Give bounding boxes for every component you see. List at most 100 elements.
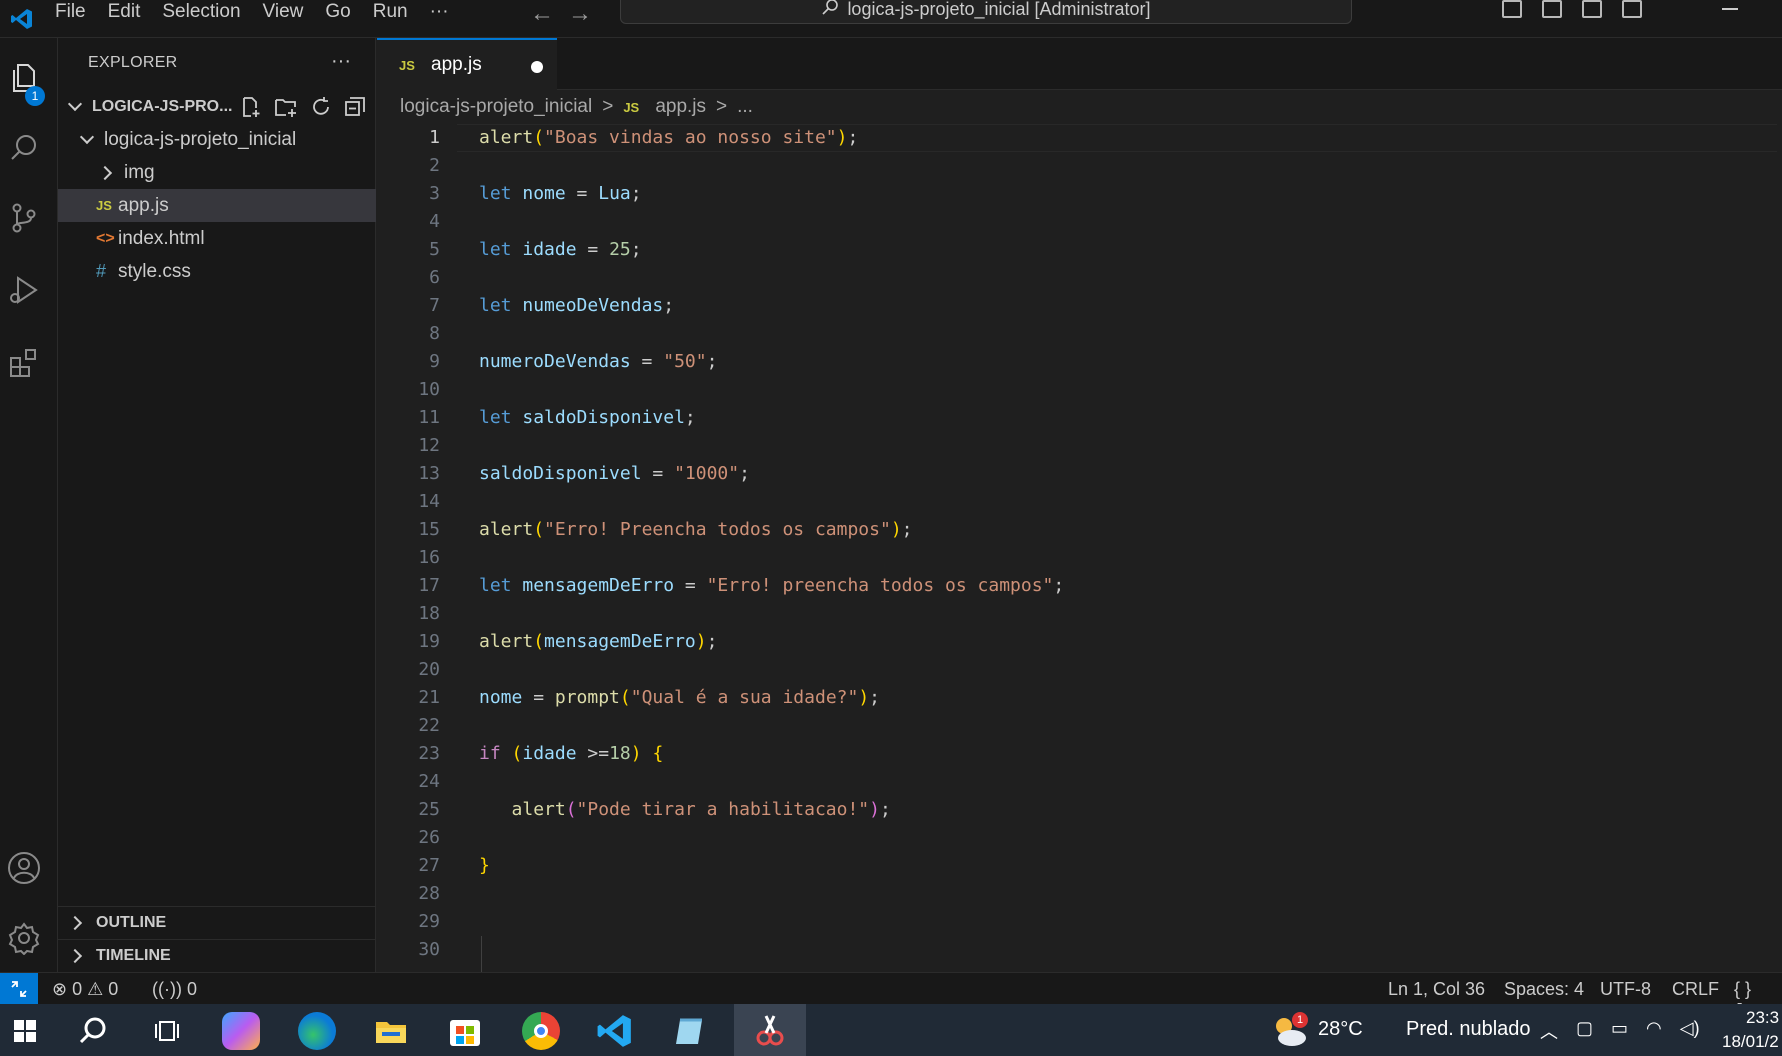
line-number: 16	[418, 547, 440, 568]
back-arrow-icon[interactable]: ←	[530, 0, 554, 27]
code-line: 24	[377, 768, 1777, 796]
minimize-window-icon[interactable]	[1722, 8, 1738, 10]
unsaved-dot-icon[interactable]	[531, 61, 543, 73]
project-root-row[interactable]: LOGICA-JS-PRO...	[58, 90, 376, 123]
indentation[interactable]: Spaces: 4	[1504, 979, 1584, 1000]
code-line: 21 nome = prompt("Qual é a sua idade?");	[377, 684, 1777, 712]
tree-item-img[interactable]: img	[58, 156, 376, 189]
line-number: 24	[418, 771, 440, 792]
microsoft-store-icon[interactable]	[446, 1012, 484, 1050]
copilot-icon[interactable]	[222, 1012, 260, 1050]
explorer-more-actions[interactable]: ···	[331, 50, 351, 73]
taskbar-search-icon[interactable]	[74, 1012, 112, 1050]
ports-indicator[interactable]: ((·)) 0	[152, 979, 197, 1000]
code-line: 9 numeroDeVendas = "50";	[377, 348, 1777, 376]
line-text: alert(mensagemDeErro);	[479, 631, 718, 652]
code-line: 23 if (idade >=18) {	[377, 740, 1777, 768]
code-editor[interactable]: 1 alert("Boas vindas ao nosso site"); 2 3…	[377, 124, 1782, 992]
cursor-position[interactable]: Ln 1, Col 36	[1388, 979, 1485, 1000]
command-center-search[interactable]: logica-js-projeto_inicial [Administrator…	[620, 0, 1352, 24]
meet-now-icon[interactable]: ▢	[1576, 1018, 1593, 1044]
volume-icon[interactable]: ◁)	[1680, 1018, 1700, 1044]
snipping-tool-icon[interactable]	[734, 1004, 806, 1056]
toggle-primary-sidebar-icon[interactable]	[1502, 0, 1522, 18]
code-line: 1 alert("Boas vindas ao nosso site");	[377, 124, 1777, 152]
tree-item-app-js[interactable]: JS app.js	[58, 189, 376, 222]
line-number: 10	[418, 379, 440, 400]
line-number: 22	[418, 715, 440, 736]
warning-count: 0	[108, 979, 119, 999]
vscode-taskbar-icon[interactable]	[596, 1012, 634, 1050]
encoding[interactable]: UTF-8	[1600, 979, 1651, 1000]
menu-file[interactable]: File	[44, 0, 97, 24]
chevron-down-icon	[67, 96, 83, 112]
notepad-icon[interactable]	[672, 1012, 710, 1050]
code-line: 10	[377, 376, 1777, 404]
menu-selection[interactable]: Selection	[151, 0, 251, 24]
project-root-label: LOGICA-JS-PRO...	[92, 97, 233, 115]
chrome-browser-icon[interactable]	[522, 1012, 560, 1050]
menu-go[interactable]: Go	[314, 0, 361, 24]
settings-gear-icon[interactable]	[0, 908, 48, 968]
run-debug-icon[interactable]	[0, 260, 48, 320]
line-number: 27	[418, 855, 440, 876]
clock-date[interactable]: 18/01/2	[1722, 1032, 1779, 1052]
editor-tabs: JS app.js	[377, 38, 1782, 90]
windows-start-icon[interactable]	[6, 1012, 44, 1050]
explorer-sidebar: EXPLORER ··· LOGICA-JS-PRO... logica-js-…	[58, 38, 376, 972]
menu-edit[interactable]: Edit	[97, 0, 152, 24]
new-folder-icon[interactable]	[274, 96, 298, 118]
line-number: 8	[429, 323, 440, 344]
line-ending[interactable]: CRLF	[1672, 979, 1719, 1000]
edge-browser-icon[interactable]	[298, 1012, 336, 1050]
clock-time[interactable]: 23:3	[1746, 1008, 1779, 1028]
search-icon	[821, 0, 839, 21]
customize-layout-icon[interactable]	[1622, 0, 1642, 18]
toggle-secondary-sidebar-icon[interactable]	[1582, 0, 1602, 18]
task-view-icon[interactable]	[148, 1012, 186, 1050]
code-line: 19 alert(mensagemDeErro);	[377, 628, 1777, 656]
show-hidden-icons-chevron-icon[interactable]: ︿	[1540, 1018, 1558, 1044]
line-number: 5	[429, 239, 440, 260]
weather-temp[interactable]: 28°C	[1318, 1018, 1363, 1041]
tab-app-js[interactable]: JS app.js	[377, 38, 557, 90]
chevron-right-icon	[97, 165, 113, 180]
chevron-right-icon	[67, 948, 83, 963]
refresh-icon[interactable]	[310, 96, 332, 118]
line-text: numeroDeVendas = "50";	[479, 351, 718, 372]
menu-more[interactable]: ···	[419, 0, 460, 24]
problems-indicator[interactable]: ⊗ 0 ⚠ 0	[52, 979, 118, 1000]
remote-indicator-icon[interactable]	[0, 973, 38, 1005]
forward-arrow-icon[interactable]: →	[568, 0, 592, 27]
file-explorer-icon[interactable]	[372, 1012, 410, 1050]
accounts-icon[interactable]	[0, 838, 48, 898]
weather-condition[interactable]: Pred. nublado	[1406, 1018, 1531, 1041]
search-view-icon[interactable]	[0, 118, 48, 178]
menu-run[interactable]: Run	[362, 0, 419, 24]
wifi-icon[interactable]: ◠	[1646, 1018, 1662, 1044]
timeline-panel-header[interactable]: TIMELINE	[58, 939, 376, 971]
explorer-icon[interactable]: 1	[0, 48, 48, 108]
collapse-all-icon[interactable]	[344, 96, 366, 118]
line-number: 26	[418, 827, 440, 848]
toggle-panel-icon[interactable]	[1542, 0, 1562, 18]
folder-row[interactable]: logica-js-projeto_inicial	[58, 123, 376, 156]
new-file-icon[interactable]	[240, 96, 262, 118]
search-label: logica-js-projeto_inicial [Administrator…	[847, 0, 1151, 19]
breadcrumb-folder[interactable]: logica-js-projeto_inicial	[400, 96, 592, 118]
menu-view[interactable]: View	[252, 0, 315, 24]
tree-item-style-css[interactable]: # style.css	[58, 255, 376, 288]
code-line: 30	[377, 936, 1777, 964]
error-count: 0	[72, 979, 83, 999]
tree-item-index-html[interactable]: <> index.html	[58, 222, 376, 255]
code-line: 20	[377, 656, 1777, 684]
breadcrumb-file[interactable]: app.js	[655, 96, 706, 118]
extensions-icon[interactable]	[0, 332, 48, 392]
code-line: 18	[377, 600, 1777, 628]
source-control-icon[interactable]	[0, 188, 48, 248]
code-line: 15 alert("Erro! Preencha todos os campos"…	[377, 516, 1777, 544]
outline-panel-header[interactable]: OUTLINE	[58, 906, 376, 938]
timeline-label: TIMELINE	[96, 946, 171, 964]
breadcrumb-symbol[interactable]: ...	[737, 96, 753, 118]
battery-icon[interactable]: ▭	[1611, 1018, 1628, 1044]
